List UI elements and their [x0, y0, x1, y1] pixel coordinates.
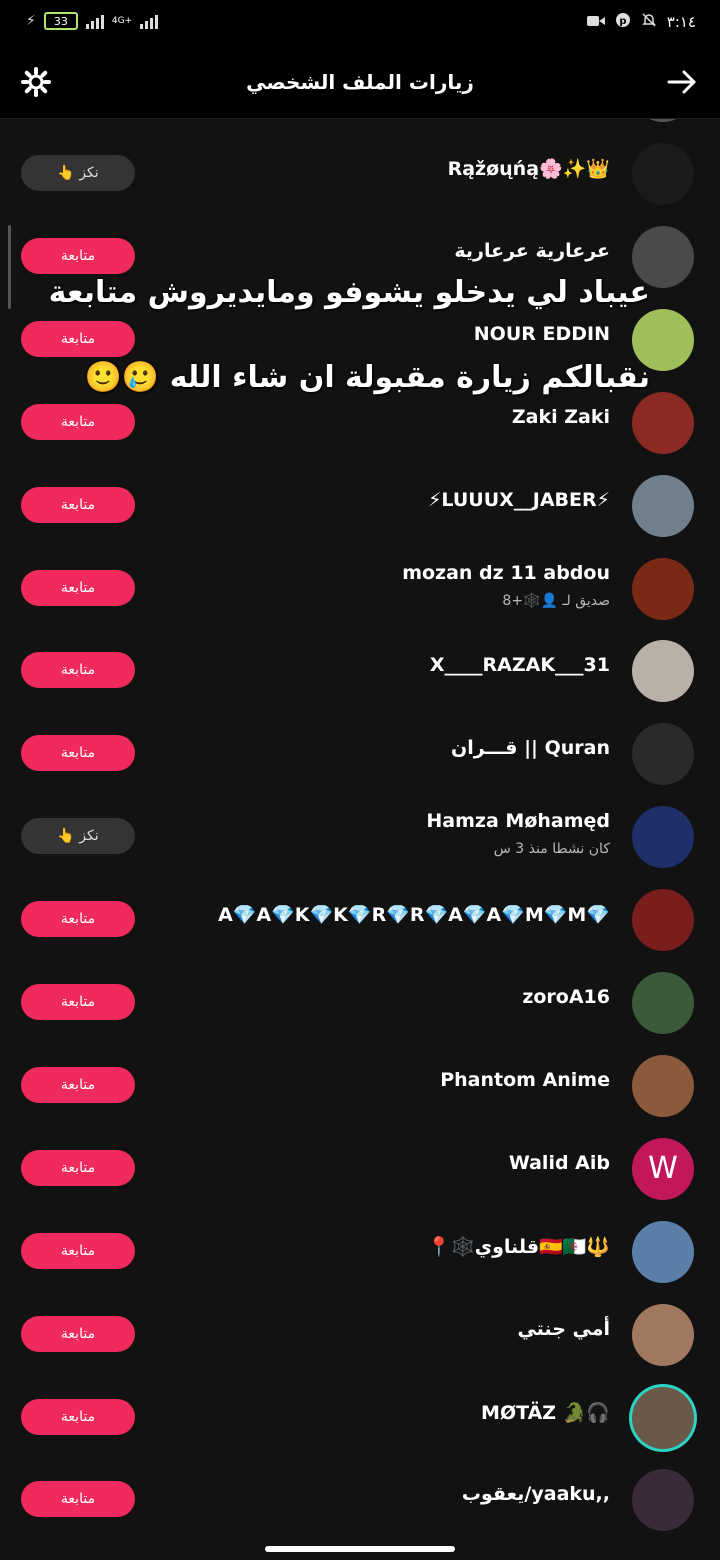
visitor-row[interactable]: A💎A💎K💎K💎R💎R💎A💎A💎M💎M💎 متابعة	[0, 878, 720, 961]
avatar[interactable]	[632, 640, 694, 703]
visitor-row[interactable]: mozan dz 11 abdou صديق لـ 👤🕸️+8 متابعة	[0, 547, 720, 630]
bolt-icon: ⚡	[26, 13, 36, 29]
avatar[interactable]	[632, 225, 694, 288]
visitor-list[interactable]: متابعة Rąžøųńą🌸✨👑 👆 نكز عرعارية عرعارية متا…	[0, 119, 720, 1531]
visitor-row[interactable]: Hamza Møhamęd كان نشطا منذ 3 س 👆 نكز	[0, 795, 720, 878]
visitor-subtitle: كان نشطا منذ 3 س	[493, 841, 610, 858]
avatar[interactable]	[632, 474, 694, 537]
follow-button[interactable]: متابعة	[21, 984, 135, 1020]
visitor-row[interactable]: متابعة	[0, 119, 720, 132]
avatar[interactable]: W	[632, 1137, 694, 1200]
network-type: 4G+	[111, 16, 133, 26]
visitor-name[interactable]: قـــران || Quran	[451, 737, 610, 759]
pinterest-icon: p	[615, 12, 631, 32]
status-bar: ⚡ 33 4G+ p ٣:١٤	[0, 0, 720, 48]
follow-button[interactable]: متابعة	[21, 1232, 135, 1269]
visitor-row[interactable]: قـــران || Quran متابعة	[0, 712, 720, 795]
visitor-name[interactable]: Hamza Møhamęd	[426, 810, 610, 832]
visitor-row[interactable]: MØTÄZ 🐊🎧 متابعة	[0, 1376, 720, 1459]
avatar[interactable]	[632, 889, 694, 952]
visitor-name[interactable]: X____RAZAK___31	[430, 654, 610, 676]
visitor-row[interactable]: 📍🕸️قلناوي🇪🇸🇩🇿🔱 متابعة	[0, 1210, 720, 1293]
visitor-name[interactable]: MØTÄZ 🐊🎧	[481, 1401, 610, 1424]
visitor-row[interactable]: Zaki Zaki متابعة	[0, 381, 720, 464]
visitor-name[interactable]: عرعارية عرعارية	[454, 240, 610, 262]
visitor-name[interactable]: Phantom Anime	[440, 1069, 610, 1091]
avatar[interactable]	[632, 1469, 694, 1531]
visitor-subtitle: صديق لـ 👤🕸️+8	[502, 592, 610, 609]
follow-button[interactable]: متابعة	[21, 1315, 135, 1352]
arrow-right-icon[interactable]	[664, 64, 700, 100]
avatar-letter: W	[648, 1151, 678, 1187]
visitor-name[interactable]: mozan dz 11 abdou	[402, 562, 610, 584]
svg-text:p: p	[619, 16, 626, 27]
avatar[interactable]	[632, 1220, 694, 1283]
avatar[interactable]	[632, 723, 694, 786]
avatar[interactable]	[632, 143, 694, 205]
page-title: زيارات الملف الشخصي	[246, 70, 474, 94]
poke-button[interactable]: 👆 نكز	[21, 818, 135, 855]
video-icon	[586, 13, 605, 31]
follow-button[interactable]: متابعة	[21, 1066, 135, 1103]
visitor-name[interactable]: يعقوب/yaaku,,	[462, 1483, 610, 1505]
battery-level: 33	[53, 14, 68, 28]
visitor-row[interactable]: يعقوب/yaaku,, متابعة	[0, 1458, 720, 1531]
follow-button[interactable]: متابعة	[21, 486, 135, 523]
mute-bell-icon	[641, 12, 657, 32]
follow-button[interactable]: متابعة	[21, 1481, 135, 1518]
avatar[interactable]	[632, 972, 694, 1034]
follow-button[interactable]: متابعة	[21, 237, 135, 274]
avatar[interactable]	[632, 557, 694, 620]
follow-button[interactable]: متابعة	[21, 735, 135, 772]
avatar[interactable]	[632, 308, 694, 371]
visitor-name[interactable]: Rąžøųńą🌸✨👑	[448, 157, 610, 180]
visitor-row[interactable]: W Walid Aib متابعة	[0, 1127, 720, 1210]
follow-button[interactable]: متابعة	[21, 901, 135, 938]
visitor-name[interactable]: A💎A💎K💎K💎R💎R💎A💎A💎M💎M💎	[218, 903, 610, 926]
follow-button[interactable]: متابعة	[21, 403, 135, 440]
follow-button[interactable]: متابعة	[21, 652, 135, 689]
visitor-row[interactable]: X____RAZAK___31 متابعة	[0, 629, 720, 712]
follow-button[interactable]: متابعة	[21, 569, 135, 606]
signal-icon	[140, 13, 159, 29]
visitor-row[interactable]: Rąžøųńą🌸✨👑 👆 نكز	[0, 132, 720, 215]
status-right: p ٣:١٤	[586, 12, 696, 32]
clock: ٣:١٤	[666, 13, 696, 31]
battery-icon: 33	[43, 12, 78, 30]
visitor-row[interactable]: zoroA16 متابعة	[0, 961, 720, 1044]
avatar[interactable]	[632, 391, 694, 454]
visitor-name[interactable]: 📍🕸️قلناوي🇪🇸🇩🇿🔱	[427, 1235, 610, 1258]
visitor-row[interactable]: ⚡LUUUX__JABER⚡ متابعة	[0, 464, 720, 547]
visitor-name[interactable]: Zaki Zaki	[512, 406, 610, 428]
follow-button[interactable]: متابعة	[21, 1149, 135, 1186]
poke-button[interactable]: 👆 نكز	[21, 155, 135, 191]
status-left: ⚡ 33 4G+	[26, 12, 159, 30]
visitor-row[interactable]: NOUR EDDIN متابعة	[0, 298, 720, 381]
signal-icon	[85, 13, 104, 29]
home-indicator[interactable]	[265, 1546, 455, 1552]
avatar[interactable]	[632, 1386, 694, 1449]
visitor-row[interactable]: أمي جنتي متابعة	[0, 1293, 720, 1376]
follow-button[interactable]: متابعة	[21, 320, 135, 357]
follow-button[interactable]: متابعة	[21, 1398, 135, 1435]
visitor-name[interactable]: ⚡LUUUX__JABER⚡	[428, 489, 610, 511]
avatar[interactable]	[632, 119, 694, 122]
scrollbar[interactable]	[8, 225, 11, 309]
avatar[interactable]	[632, 1303, 694, 1366]
visitor-name[interactable]: Walid Aib	[509, 1152, 610, 1174]
visitor-row[interactable]: Phantom Anime متابعة	[0, 1044, 720, 1127]
avatar[interactable]	[632, 806, 694, 869]
visitor-name[interactable]: NOUR EDDIN	[474, 323, 610, 345]
visitor-name[interactable]: أمي جنتي	[517, 1318, 610, 1340]
visitor-row[interactable]: عرعارية عرعارية متابعة	[0, 215, 720, 298]
top-bar: زيارات الملف الشخصي	[0, 48, 720, 119]
visitor-name[interactable]: zoroA16	[522, 986, 610, 1008]
avatar[interactable]	[632, 1054, 694, 1117]
